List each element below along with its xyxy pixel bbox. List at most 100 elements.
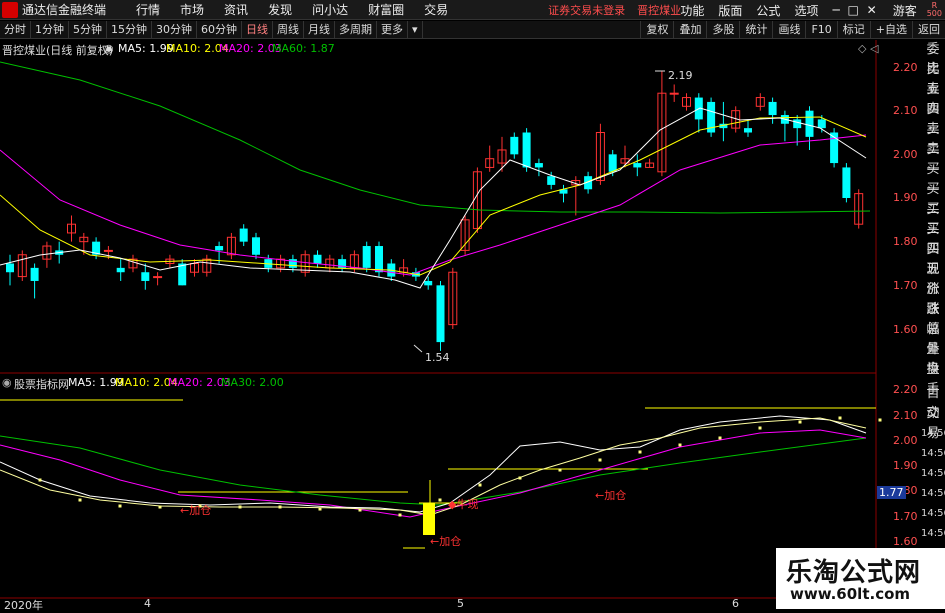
candle-body — [116, 267, 125, 273]
axis-label: 1.90 — [893, 191, 918, 204]
signal-add-1: ←加仓 — [180, 504, 212, 517]
sub-dot — [358, 508, 362, 512]
trade-side-panel: 自动 交易 14:56 14:56 14:56 14:56 14:56 14:5… — [921, 384, 945, 544]
candle-body — [768, 101, 777, 116]
candle-body — [817, 119, 826, 129]
sub-ma5 — [0, 415, 867, 513]
candle-body — [239, 228, 248, 242]
sub-dot — [558, 468, 562, 472]
side-item: 14:56 — [921, 448, 945, 459]
candle-body — [178, 263, 187, 286]
sub-dot — [278, 505, 282, 509]
candle-body — [547, 176, 556, 185]
kline-chart-area[interactable] — [0, 0, 945, 609]
sub-dot — [718, 436, 722, 440]
axis-label: 1.70 — [893, 279, 918, 292]
date-label: 5 — [457, 597, 464, 610]
side-item: 卖一 — [926, 142, 940, 177]
sub-dot — [678, 443, 682, 447]
candle-body — [30, 267, 39, 281]
sub-ma30 — [0, 435, 867, 506]
candle-body — [375, 246, 383, 273]
side-item: 委比 — [926, 42, 940, 77]
quote-side-panel: 委比 卖五 卖四 卖三 卖二 卖一 买一 买二 买三 买四 买五 现价 涨跌 涨… — [921, 40, 945, 397]
sub-dot — [878, 418, 882, 422]
sub-dot — [118, 504, 122, 508]
settings-circle-icon[interactable]: ◉ — [104, 42, 114, 55]
side-item[interactable]: 自动 — [921, 384, 945, 421]
ma20-line — [0, 134, 867, 276]
side-item: 总量 — [926, 322, 940, 357]
candle-body — [805, 110, 814, 137]
side-item: 卖二 — [926, 122, 940, 157]
sub-current-value: 1.77 — [877, 486, 906, 499]
sub-settings-icon[interactable]: ◉ — [2, 376, 12, 389]
sub-dot — [478, 483, 482, 487]
sub-dot — [38, 478, 42, 482]
side-item: 现价 — [926, 262, 940, 297]
sub-dot — [638, 450, 642, 454]
main-title: 晋控煤业(日线 前复权) — [2, 44, 114, 57]
ma-lines — [0, 61, 871, 353]
side-item: 买五 — [926, 242, 940, 277]
sub-axis-label: 1.70 — [893, 510, 918, 523]
sub-ma30: MA30: 2.00 — [221, 376, 284, 389]
sub-dot — [598, 458, 602, 462]
side-item: 卖三 — [926, 102, 940, 137]
side-item: 涨幅 — [926, 302, 940, 337]
side-item: 买三 — [926, 202, 940, 237]
sub-axis-label: 1.60 — [893, 535, 918, 548]
sub-dot — [78, 498, 82, 502]
candle-body — [510, 136, 519, 155]
sub-dot — [518, 476, 522, 480]
sub-axis-label: 2.20 — [893, 383, 918, 396]
candle-body — [842, 167, 851, 198]
sub-axis-label: 1.90 — [893, 459, 918, 472]
ma5-line — [0, 107, 867, 289]
high-price-label: 2.19 — [668, 69, 693, 82]
sub-axis-label: 2.10 — [893, 409, 918, 422]
side-item: 14:56 — [921, 488, 945, 499]
candle-body — [608, 154, 617, 172]
candle-body — [362, 246, 371, 268]
axis-label: 2.00 — [893, 148, 918, 161]
candle-body — [153, 276, 163, 279]
candle-body — [424, 280, 433, 286]
watermark: 乐淘公式网 www.60lt.com — [776, 548, 945, 609]
side-item: 14:56 — [921, 468, 945, 479]
sub-indicator — [0, 399, 882, 549]
main-ma60: MA60: 1.87 — [272, 42, 335, 55]
candle-body — [215, 246, 224, 251]
side-item: 14:56 — [921, 508, 945, 519]
side-item: 外盘 — [926, 342, 940, 377]
side-item: 卖四 — [926, 82, 940, 117]
date-label: 4 — [144, 597, 151, 610]
date-label: 2020年 — [4, 599, 43, 612]
ma10-line — [0, 116, 867, 276]
candle-body — [252, 237, 260, 255]
candle-body — [744, 128, 752, 133]
side-item: 买一 — [926, 162, 940, 197]
candlesticks — [6, 71, 864, 351]
side-item: 买二 — [926, 182, 940, 217]
side-item: 14:56 — [921, 528, 945, 539]
side-item: 卖五 — [926, 62, 940, 97]
axis-label: 2.10 — [893, 104, 918, 117]
candle-body — [669, 92, 679, 95]
candle-body — [103, 249, 113, 252]
low-price-label: 1.54 — [425, 351, 450, 364]
candle-body — [522, 132, 531, 168]
side-item[interactable]: 交易 — [921, 404, 945, 441]
signal-add-3: ←加仓 — [595, 489, 627, 502]
sub-dot — [438, 498, 442, 502]
side-item: 涨跌 — [926, 282, 940, 317]
axis-label: 1.60 — [893, 323, 918, 336]
sub-dot — [318, 507, 322, 511]
ma60-line — [0, 61, 871, 214]
sub-title: 股票指标网 — [14, 378, 69, 391]
panel-collapse-icon[interactable]: ◁ — [870, 42, 878, 55]
watermark-title: 乐淘公式网 — [786, 558, 922, 588]
panel-settings-icon[interactable]: ◇ — [858, 42, 866, 55]
sub-axis-label: 2.00 — [893, 434, 918, 447]
candle-body — [6, 263, 14, 273]
